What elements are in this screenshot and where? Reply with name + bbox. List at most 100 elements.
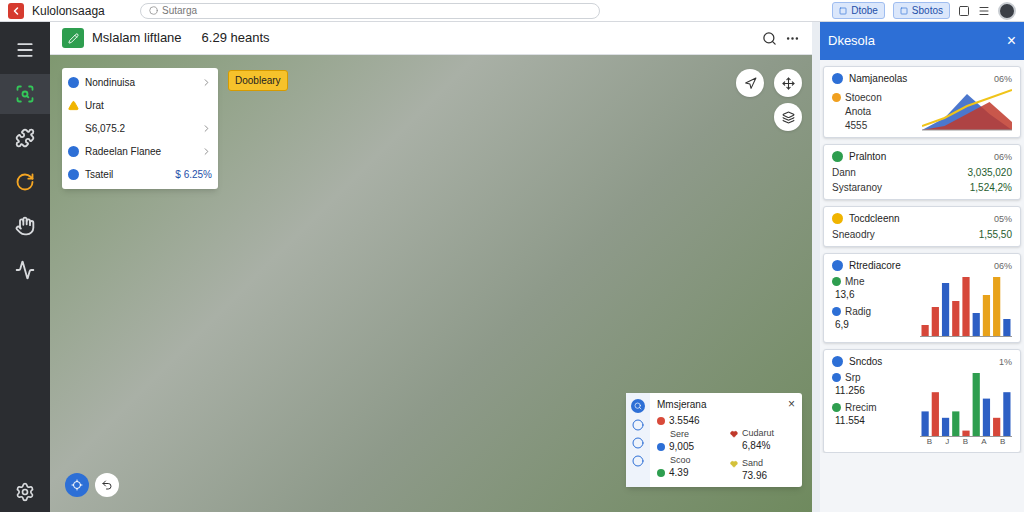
info-row[interactable]: S6,075.2 — [62, 117, 218, 140]
menu-icon — [15, 40, 35, 60]
card-row: Sneaodry 1,55,50 — [832, 228, 1012, 241]
header-reading: 6.29 heants — [202, 28, 270, 48]
card-row: Srp11.256 — [832, 371, 916, 397]
chart-bar — [993, 418, 1000, 437]
info-row[interactable]: Urat — [62, 94, 218, 117]
bar-chart: BJBAB — [920, 371, 1012, 447]
settings-button[interactable] — [15, 482, 35, 502]
area-series — [922, 94, 1012, 130]
sidebar-item[interactable] — [0, 74, 50, 114]
card-title: Tocdcleenn — [849, 212, 900, 225]
map-view[interactable]: NondinuisaUratS6,075.2Radeelan FlaneeTsa… — [50, 55, 812, 512]
logo-chevron-icon — [10, 5, 22, 17]
stat-card[interactable]: Sncdos1%Srp11.256Rrecim11.554BJBAB — [823, 349, 1021, 453]
locate-button[interactable] — [65, 473, 89, 497]
layers-button[interactable] — [774, 103, 802, 131]
sidebar-item[interactable] — [0, 250, 50, 290]
chart-bar — [952, 301, 959, 337]
stat-card[interactable]: Pralnton06%Dann3,035,020Systaranoy1,524,… — [823, 144, 1021, 200]
info-row[interactable]: Nondinuisa — [62, 71, 218, 94]
row-label: 4555 — [832, 119, 867, 132]
chart-bar — [922, 411, 929, 437]
chart-bar — [973, 313, 980, 337]
tool-circle-icon[interactable] — [632, 419, 644, 431]
close-button[interactable]: × — [788, 398, 795, 411]
avatar-icon[interactable] — [998, 2, 1016, 20]
card-icon — [832, 73, 843, 84]
legend-item: Scoo4.39 — [657, 455, 722, 479]
card-rows: Sneaodry 1,55,50 — [832, 228, 1012, 241]
bar-chart — [920, 275, 1012, 337]
row-value: 13,6 — [832, 288, 916, 301]
top-button[interactable]: Sbotos — [893, 2, 950, 19]
row-icon — [832, 373, 841, 382]
sidebar-item[interactable] — [0, 118, 50, 158]
card-percent: 06% — [994, 260, 1012, 272]
row-icon — [832, 403, 841, 412]
legend-value: 4.39 — [669, 466, 688, 479]
info-row[interactable]: Tsateil$ 6.25% — [62, 163, 218, 186]
legend-item: Sand73.96 — [730, 458, 795, 482]
panel-cards: Namjaneolas06%StoeconAnota4555 Pralnton06… — [820, 60, 1024, 453]
sidebar-item[interactable] — [0, 206, 50, 246]
row-value: 11.256 — [832, 384, 916, 397]
sidebar-item[interactable] — [0, 30, 50, 70]
legend-dot — [657, 469, 665, 477]
info-row[interactable]: Radeelan Flanee — [62, 140, 218, 163]
menu-icon[interactable] — [978, 5, 990, 17]
card-header: Sncdos1% — [832, 355, 1012, 368]
card-rows: Dann3,035,020 Systaranoy1,524,2% — [832, 166, 1012, 194]
row-value: 1,524,2% — [970, 181, 1012, 194]
sidebar — [0, 22, 50, 512]
card-row: Systaranoy1,524,2% — [832, 181, 1012, 194]
chart-tick: J — [945, 437, 949, 447]
move-icon — [782, 77, 795, 90]
row-icon — [68, 146, 79, 157]
stat-card[interactable]: Rtrediacore06%Mne13,6Radig6,9 — [823, 253, 1021, 343]
row-label: Sneaodry — [832, 228, 875, 241]
card-title: Sncdos — [849, 355, 882, 368]
row-value: 6,9 — [832, 318, 916, 331]
legend-item: 3.5546 — [657, 414, 722, 427]
chart-bar — [993, 277, 1000, 337]
window-icon[interactable] — [958, 5, 970, 17]
legend-label: Cudarut — [742, 428, 774, 439]
stat-card[interactable]: Tocdcleenn 05% Sneaodry 1,55,50 — [823, 206, 1021, 247]
map-bottom-controls — [65, 473, 119, 497]
card-row: Dann3,035,020 — [832, 166, 1012, 179]
card-icon — [832, 356, 843, 367]
panel-close-button[interactable]: × — [1007, 33, 1016, 49]
tool-circle-icon[interactable] — [632, 437, 644, 449]
stat-card[interactable]: Namjaneolas06%StoeconAnota4555 — [823, 66, 1021, 138]
undo-button[interactable] — [95, 473, 119, 497]
top-button[interactable]: Dtobe — [832, 2, 885, 19]
row-icon — [832, 93, 841, 102]
puzzle-icon — [15, 128, 35, 148]
tool-circle-icon[interactable] — [632, 455, 644, 467]
sidebar-item[interactable] — [0, 162, 50, 202]
move-button[interactable] — [774, 69, 802, 97]
more-icon[interactable] — [785, 31, 800, 46]
chart-bar — [983, 295, 990, 337]
chart-bar — [1003, 392, 1010, 437]
search-icon[interactable] — [762, 31, 777, 46]
legend-label: Sand — [742, 458, 763, 469]
locate-icon — [71, 479, 83, 491]
legend-label: Sere — [657, 429, 722, 440]
info-label: Tsateil — [85, 168, 113, 181]
legend-title: Mmsjerana — [657, 398, 706, 411]
tool-search-icon[interactable] — [631, 399, 645, 413]
row-label: Stoecon — [845, 91, 882, 104]
row-label: Anota — [832, 105, 871, 118]
legend-value: 9,005 — [669, 440, 694, 453]
row-value: 1,55,50 — [979, 228, 1012, 241]
navigate-button[interactable] — [736, 69, 764, 97]
legend-header: Mmsjerana × — [657, 398, 795, 411]
row-label: Mne — [845, 275, 864, 288]
search-field[interactable]: Sutarga — [140, 3, 600, 19]
badge[interactable]: Doobleary — [228, 70, 288, 91]
activity-icon — [15, 260, 35, 280]
info-label: Nondinuisa — [85, 76, 135, 89]
card-percent: 05% — [994, 213, 1012, 225]
logo-icon — [8, 3, 24, 19]
